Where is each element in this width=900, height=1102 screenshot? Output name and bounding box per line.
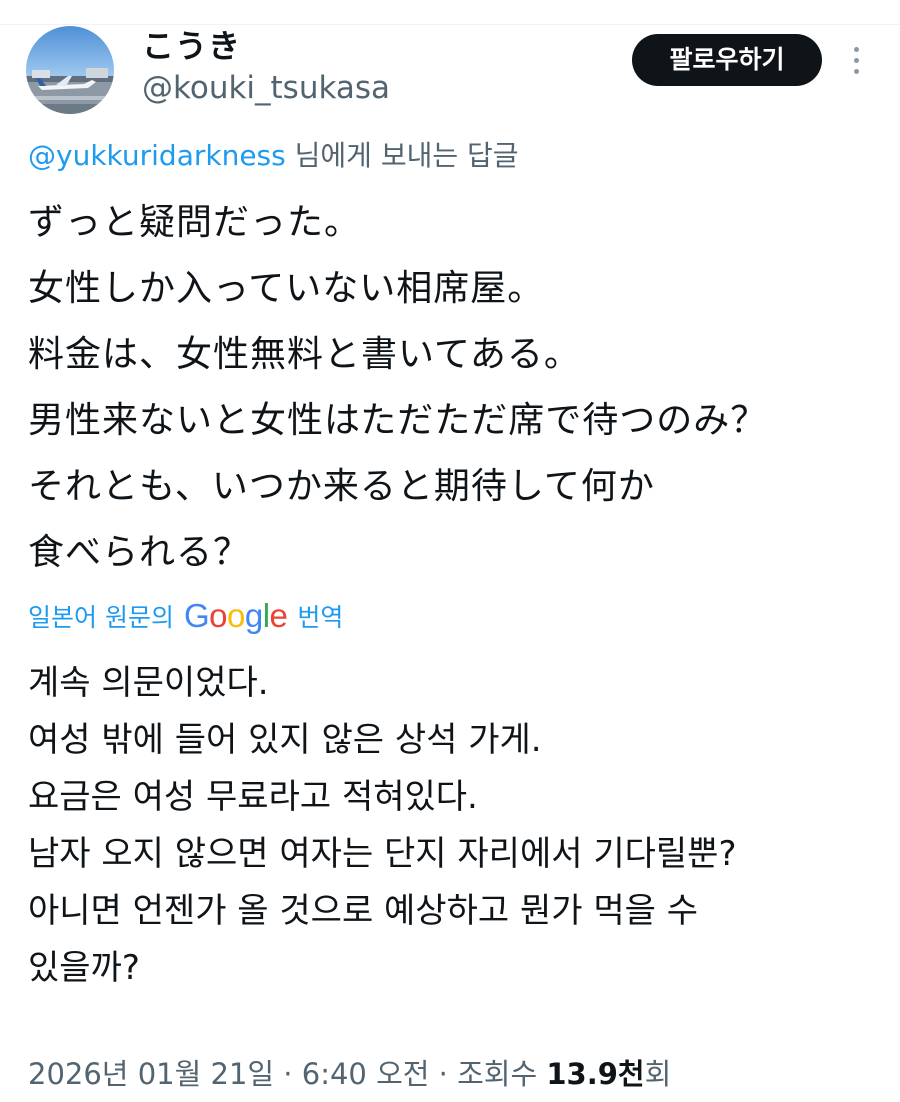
views-suffix: 회 [644,1057,672,1091]
translated-line: 있을까? [28,948,140,988]
tweet-detail: こうき @kouki_tsukasa 팔로우하기 @yukkuridarknes… [0,0,900,1102]
tweet-date[interactable]: 2026년 01월 21일 [28,1057,274,1091]
google-letter: l [262,597,270,634]
more-dot [853,68,859,74]
tweet-text: ずっと疑問だった。 女性しか入っていない相席屋。 料金は、女性無料と書いてある。… [28,190,888,586]
google-letter: g [244,597,263,634]
tweet-meta: 2026년 01월 21일 · 6:40 오전 · 조회수 13.9천회 [28,1052,671,1096]
user-handle[interactable]: @kouki_tsukasa [142,68,390,108]
airport-photo-avatar-icon [26,26,114,114]
translated-line: 남자 오지 않으면 여자는 단지 자리에서 기다릴뿐? [28,834,737,874]
more-dot [853,46,859,52]
translation-attribution[interactable]: 일본어 원문의 Google 번역 [28,596,343,636]
tweet-line: 女性しか入っていない相席屋。 [28,268,545,309]
translated-line: 요금은 여성 무료라고 적혀있다. [28,777,478,817]
meta-separator: · [274,1057,302,1091]
google-letter: o [209,597,227,634]
views-count: 13.9천 [546,1057,645,1091]
reply-context: @yukkuridarkness 님에게 보내는 답글 [28,136,519,176]
tweet-line: それとも、いつか来ると期待して何か [28,466,655,507]
translated-text: 계속 의문이었다. 여성 밖에 들어 있지 않은 상석 가게. 요금은 여성 무… [28,655,888,997]
reply-suffix: 님에게 보내는 답글 [285,139,519,172]
more-dot [853,57,859,63]
tweet-line: 男性来ないと女性はただただ席で待つのみ？ [28,400,768,441]
google-letter: G [183,597,210,634]
translated-line: 여성 밖에 들어 있지 않은 상석 가게. [28,720,542,760]
translated-line: 계속 의문이었다. [28,663,269,703]
google-logo: Google [183,596,288,636]
google-letter: o [226,597,245,634]
translation-prefix: 일본어 원문의 [28,603,174,632]
meta-separator: · [429,1057,458,1091]
top-divider [0,24,900,25]
tweet-line: 料金は、女性無料と書いてある。 [28,334,581,375]
translated-line: 아니면 언젠가 올 것으로 예상하고 뭔가 먹을 수 [28,891,698,931]
tweet-line: ずっと疑問だった。 [28,202,362,243]
follow-button[interactable]: 팔로우하기 [632,34,822,86]
more-vertical-icon[interactable] [842,40,870,80]
display-name[interactable]: こうき [142,26,241,66]
tweet-line: 食べられる？ [28,532,251,573]
google-letter: e [269,597,288,634]
views-label: 조회수 [457,1057,538,1091]
reply-mention-link[interactable]: @yukkuridarkness [28,139,286,172]
tweet-time[interactable]: 6:40 오전 [302,1057,430,1091]
translation-suffix: 번역 [297,603,344,632]
avatar[interactable] [26,26,114,114]
